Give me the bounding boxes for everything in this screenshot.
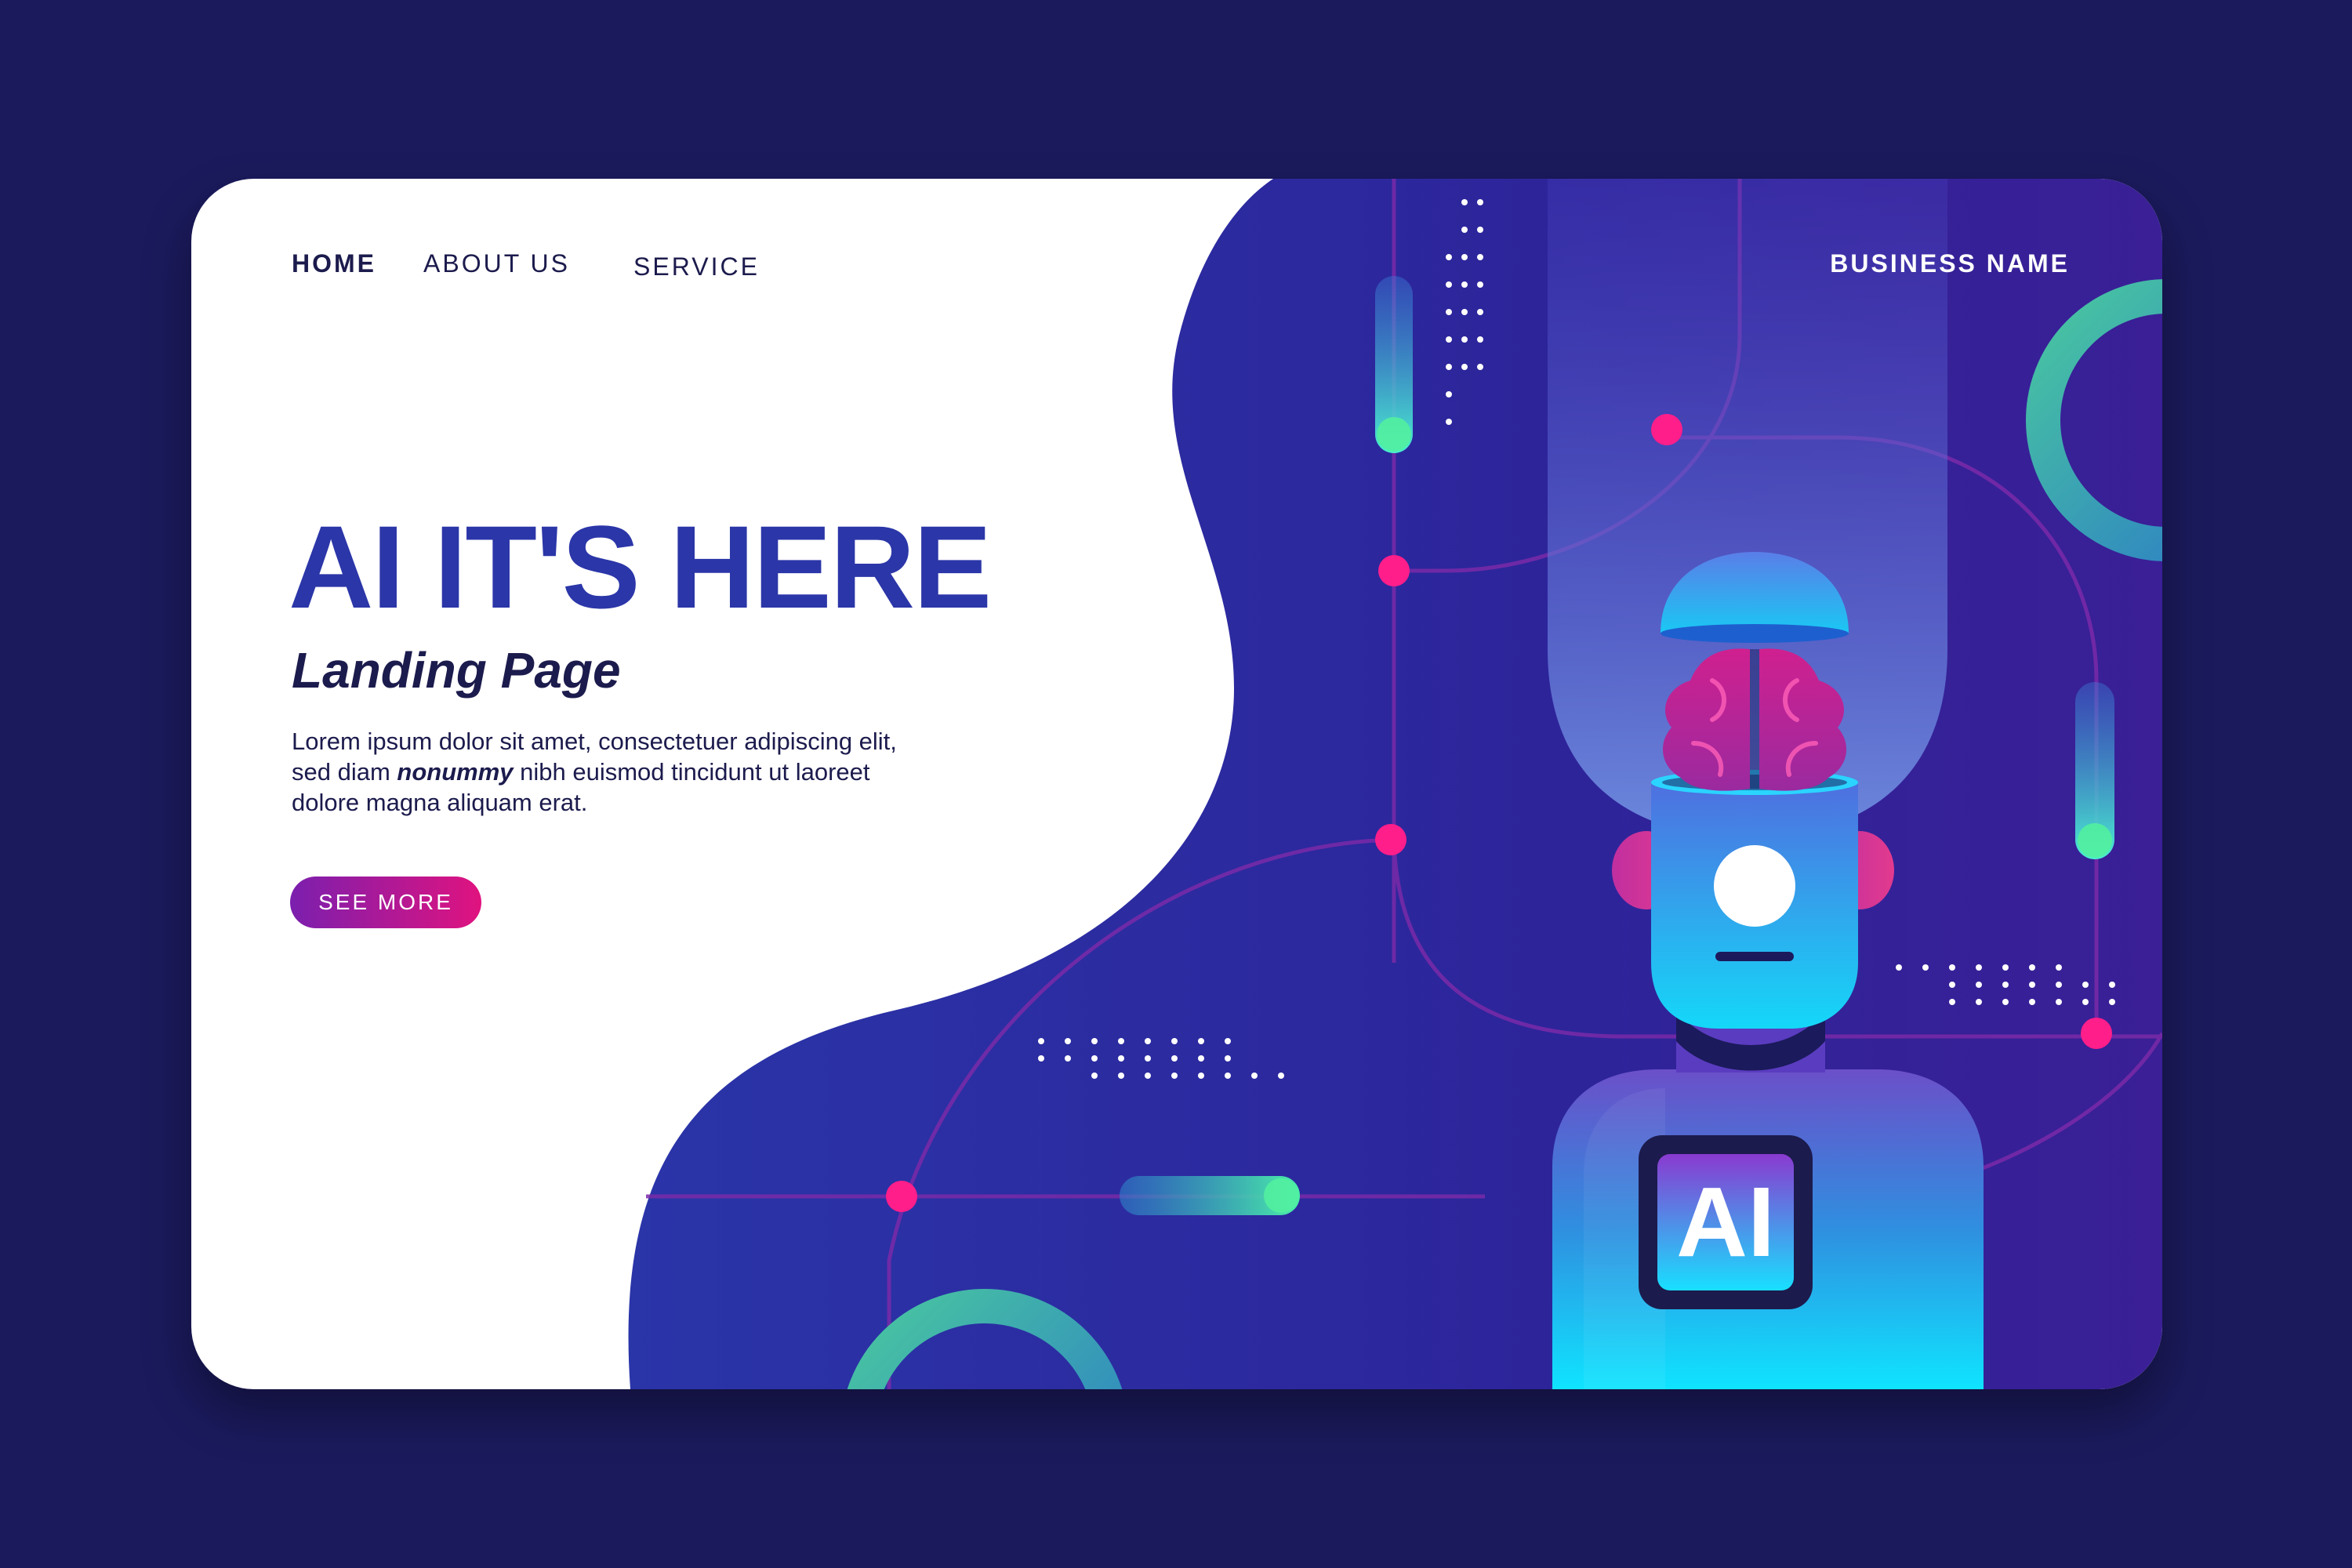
landing-card: HOME ABOUT US SERVICE BUSINESS NAME AI I…: [191, 179, 2162, 1389]
hero-description-emphasis: nonummy: [397, 758, 514, 786]
nav-service[interactable]: SERVICE: [633, 252, 760, 281]
hero-title: AI IT'S HERE: [289, 501, 992, 633]
nav-about-us[interactable]: ABOUT US: [423, 249, 570, 278]
hero-description: Lorem ipsum dolor sit amet, consectetuer…: [292, 726, 935, 818]
hero-subtitle: Landing Page: [292, 642, 621, 699]
see-more-button[interactable]: SEE MORE: [290, 877, 481, 928]
ai-badge-label: AI: [1676, 1167, 1775, 1277]
nav-home[interactable]: HOME: [292, 249, 376, 278]
business-name[interactable]: BUSINESS NAME: [1830, 249, 2070, 278]
